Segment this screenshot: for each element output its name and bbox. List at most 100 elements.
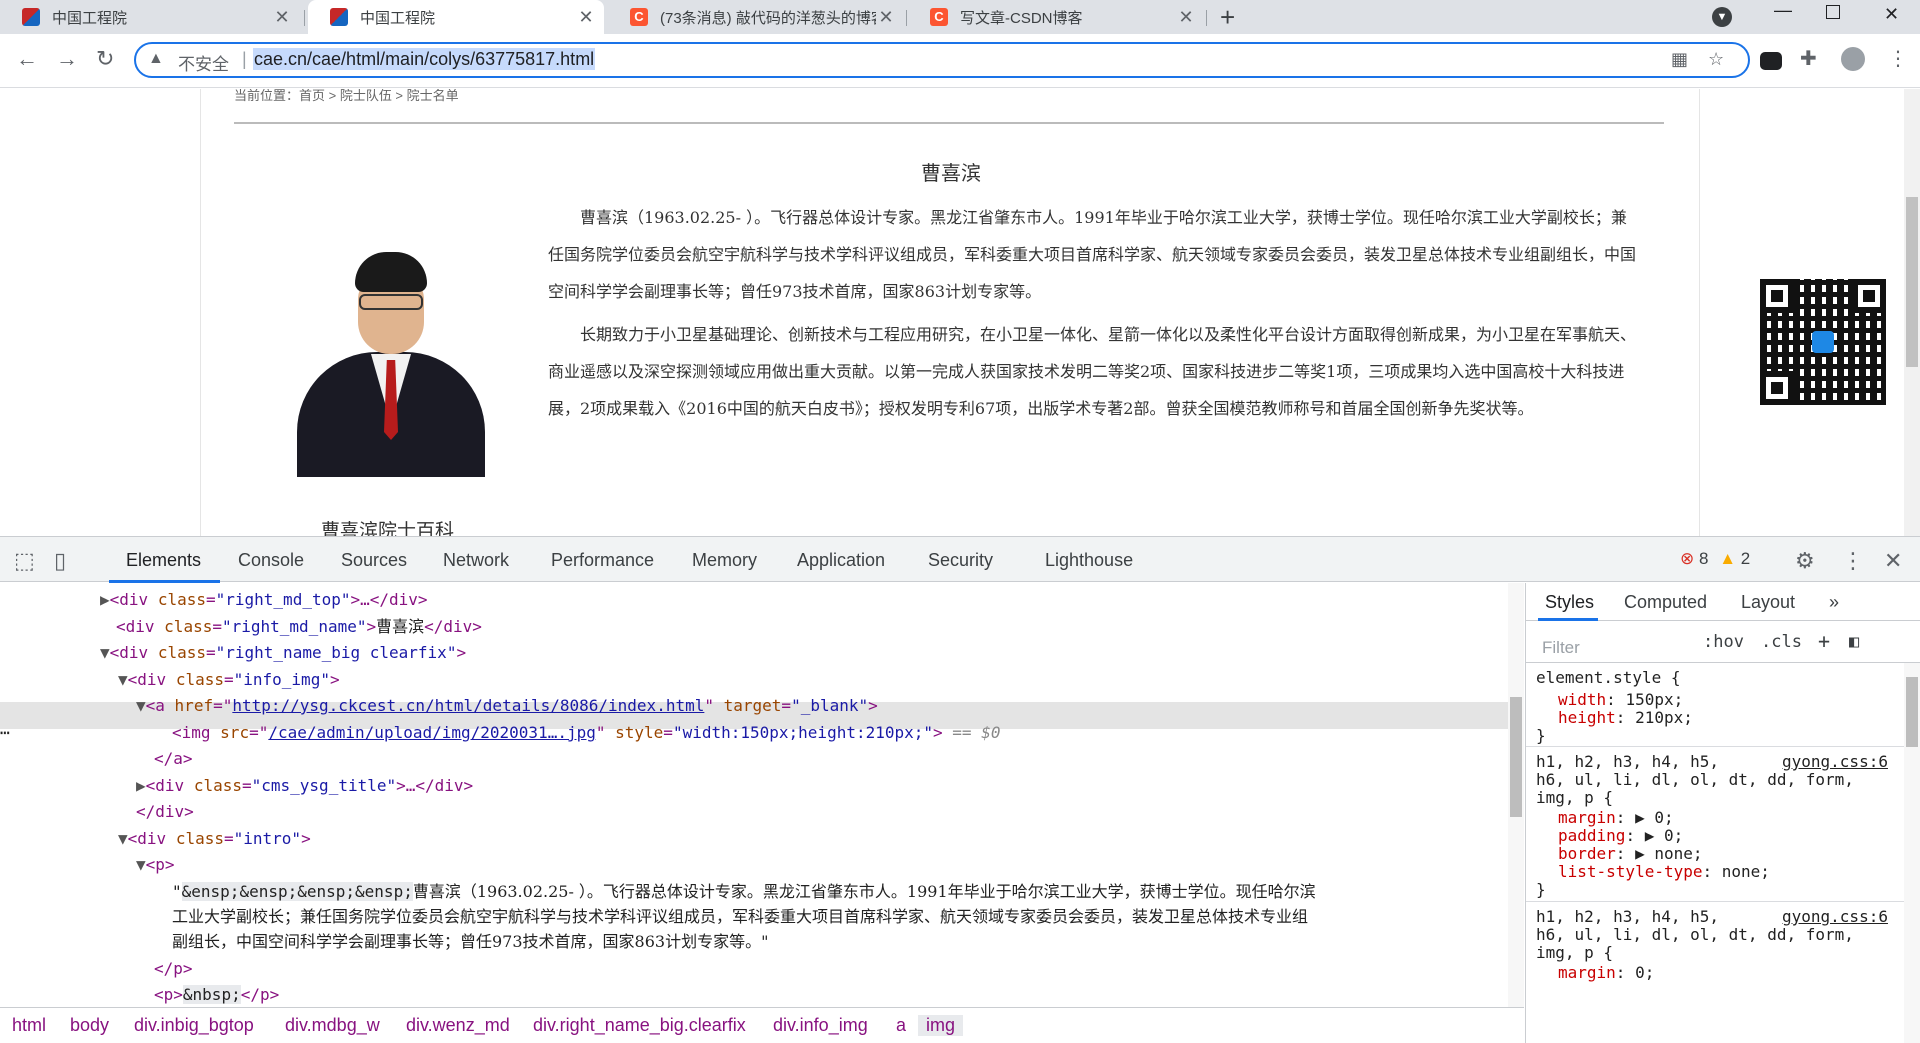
error-count: 8 <box>1698 549 1709 568</box>
issues-badge[interactable]: ⊗ 8 ▲ 2 <box>1680 549 1750 569</box>
restore-icon[interactable] <box>1826 5 1840 19</box>
style-declaration[interactable]: margin: 0; <box>1558 962 1654 984</box>
error-icon: ⊗ <box>1680 549 1695 568</box>
crumb-div-wenz-md[interactable]: div.wenz_md <box>406 1015 510 1036</box>
hov-toggle[interactable]: :hov <box>1703 632 1744 652</box>
dom-node[interactable]: ▼<a href="http://ysg.ckcest.cn/html/deta… <box>136 693 878 720</box>
crumb-div-right-name-big[interactable]: div.right_name_big.clearfix <box>533 1015 746 1036</box>
csdn-icon: C <box>630 8 648 26</box>
csdn-icon: C <box>930 8 948 26</box>
dom-node-selected[interactable]: ⋯ <box>0 720 10 747</box>
dom-node[interactable]: </p> <box>154 956 193 983</box>
dom-node[interactable]: ▶<div class="right_md_top">…</div> <box>100 587 428 614</box>
tab-strip: 中国工程院 ✕ 中国工程院 ✕ C (73条消息) 敲代码的洋葱头的博客 ✕ C… <box>0 0 1920 34</box>
rule-close: } <box>1536 726 1546 745</box>
crumb-div-info-img[interactable]: div.info_img <box>773 1015 868 1036</box>
page-content: 当前位置：首页 > 院士队伍 > 院士名单 曹喜滨 曹喜滨院士百科 曹喜滨（19… <box>200 89 1700 536</box>
tab-title: (73条消息) 敲代码的洋葱头的博客 <box>660 9 876 27</box>
crumb-a[interactable]: a <box>896 1015 906 1036</box>
forward-arrow-icon[interactable]: → <box>56 48 78 70</box>
security-label[interactable]: 不安全 <box>178 50 229 75</box>
devtools-close-icon[interactable]: ✕ <box>1884 548 1902 574</box>
divider <box>234 122 1664 124</box>
tab-search-icon[interactable]: ▼ <box>1712 7 1732 27</box>
dom-node[interactable]: </div> <box>136 799 194 826</box>
crumb-img-current[interactable]: img <box>918 1015 964 1036</box>
reload-icon[interactable]: ↻ <box>96 48 114 70</box>
new-rule-plus-icon[interactable]: + <box>1818 629 1830 653</box>
dom-node[interactable]: ▶<div class="cms_ysg_title">…</div> <box>136 773 473 800</box>
tab-memory[interactable]: Memory <box>692 550 757 571</box>
close-icon[interactable]: ✕ <box>272 7 292 28</box>
tab-layout[interactable]: Layout <box>1741 592 1795 613</box>
tab-lighthouse[interactable]: Lighthouse <box>1045 550 1133 571</box>
dom-text-node[interactable]: 副组长，中国空间科学学会副理事长等；曾任973技术首席，国家863计划专家等。" <box>172 929 768 956</box>
dom-text-node[interactable]: "&ensp;&ensp;&ensp;&ensp;曹喜滨（1963.02.25-… <box>172 879 1316 906</box>
back-arrow-icon[interactable]: ← <box>16 48 38 70</box>
portrait-photo[interactable] <box>297 242 485 477</box>
tab-network[interactable]: Network <box>443 550 509 571</box>
node-actions-icon[interactable]: ⋯ <box>0 723 10 742</box>
dom-node-selected[interactable]: <img src="/cae/admin/upload/img/2020031…… <box>172 720 1000 747</box>
minimize-icon[interactable]: — <box>1774 0 1792 21</box>
profile-avatar[interactable] <box>1841 47 1865 71</box>
dom-node[interactable]: ▼<div class="intro"> <box>118 826 311 853</box>
dom-node[interactable]: <p>&nbsp;</p> <box>154 982 279 1007</box>
tab-console[interactable]: Console <box>238 550 304 571</box>
tab-3[interactable]: C (73条消息) 敲代码的洋葱头的博客 ✕ <box>608 0 904 34</box>
tab-performance[interactable]: Performance <box>551 550 654 571</box>
style-declaration[interactable]: list-style-type: none; <box>1558 861 1770 883</box>
web-page: 当前位置：首页 > 院士队伍 > 院士名单 曹喜滨 曹喜滨院士百科 曹喜滨（19… <box>0 89 1920 536</box>
dom-node[interactable]: <div class="right_md_name">曹喜滨</div> <box>116 614 482 641</box>
bookmark-star-icon[interactable]: ☆ <box>1708 49 1724 70</box>
crumb-div-inbig-bgtop[interactable]: div.inbig_bgtop <box>134 1015 254 1036</box>
menu-kebab-icon[interactable]: ⋮ <box>1888 48 1908 70</box>
dom-node[interactable]: </a> <box>154 746 193 773</box>
styles-scrollbar-thumb[interactable] <box>1906 677 1918 747</box>
tab-4[interactable]: C 写文章-CSDN博客 ✕ <box>908 0 1204 34</box>
rule-selector: img, p { <box>1536 788 1614 807</box>
inspect-element-icon[interactable]: ⬚ <box>14 548 35 574</box>
tab-elements[interactable]: Elements <box>126 550 201 571</box>
new-tab-plus-icon[interactable]: + <box>1220 4 1235 30</box>
tab-application[interactable]: Application <box>797 550 885 571</box>
tab-computed[interactable]: Computed <box>1624 592 1707 613</box>
page-scrollbar-thumb[interactable] <box>1906 197 1918 367</box>
tab-1[interactable]: 中国工程院 ✕ <box>0 0 300 34</box>
tab-sources[interactable]: Sources <box>341 550 407 571</box>
window-close-icon[interactable]: ✕ <box>1884 4 1899 25</box>
url-text[interactable]: cae.cn/cae/html/main/colys/63775817.html <box>253 48 596 70</box>
dom-scrollbar-thumb[interactable] <box>1510 697 1522 817</box>
extensions-puzzle-icon[interactable]: ✚ <box>1800 48 1817 70</box>
dom-text-node[interactable]: 工业大学副校长；兼任国务院学位委员会航空宇航科学与技术学科评议组成员，军科委重大… <box>172 904 1308 931</box>
dom-node[interactable]: ▼<div class="right_name_big clearfix"> <box>100 640 466 667</box>
toggle-sidebar-icon[interactable]: ◧ <box>1849 632 1859 652</box>
styles-filter-bar: Filter :hov .cls + ◧ <box>1526 621 1920 663</box>
address-bar[interactable]: ▲ 不安全 | cae.cn/cae/html/main/colys/63775… <box>134 42 1750 78</box>
tab-security[interactable]: Security <box>928 550 993 571</box>
warning-icon[interactable]: ▲ <box>148 50 164 68</box>
dom-breadcrumb-bar: html body div.inbig_bgtop div.mdbg_w div… <box>0 1007 1524 1043</box>
extension-glasses-icon[interactable] <box>1760 52 1782 70</box>
photo-caption-link[interactable]: 曹喜滨院士百科 <box>321 516 454 536</box>
crumb-html[interactable]: html <box>12 1015 46 1036</box>
close-icon[interactable]: ✕ <box>1176 7 1196 28</box>
tab-styles[interactable]: Styles <box>1545 592 1594 613</box>
crumb-div-mdbg-w[interactable]: div.mdbg_w <box>285 1015 380 1036</box>
settings-gear-icon[interactable]: ⚙ <box>1795 548 1815 574</box>
more-tabs-icon[interactable]: » <box>1829 592 1839 613</box>
tab-2-active[interactable]: 中国工程院 ✕ <box>308 0 604 34</box>
close-icon[interactable]: ✕ <box>576 7 596 28</box>
breadcrumb: 当前位置：首页 > 院士队伍 > 院士名单 <box>234 89 459 103</box>
device-toolbar-icon[interactable]: ▯ <box>54 548 66 574</box>
style-declaration[interactable]: height: 210px; <box>1558 707 1693 729</box>
cls-toggle[interactable]: .cls <box>1761 632 1802 652</box>
dom-node[interactable]: ▼<div class="info_img"> <box>118 667 340 694</box>
crumb-body[interactable]: body <box>70 1015 109 1036</box>
dom-node[interactable]: ▼<p> <box>136 852 175 879</box>
devtools-tabbar: ⬚ ▯ Elements Console Sources Network Per… <box>0 537 1920 583</box>
filter-input[interactable]: Filter <box>1530 625 1680 657</box>
translate-icon[interactable]: ▦ <box>1671 49 1688 70</box>
close-icon[interactable]: ✕ <box>876 7 896 28</box>
devtools-menu-icon[interactable]: ⋮ <box>1842 548 1864 574</box>
